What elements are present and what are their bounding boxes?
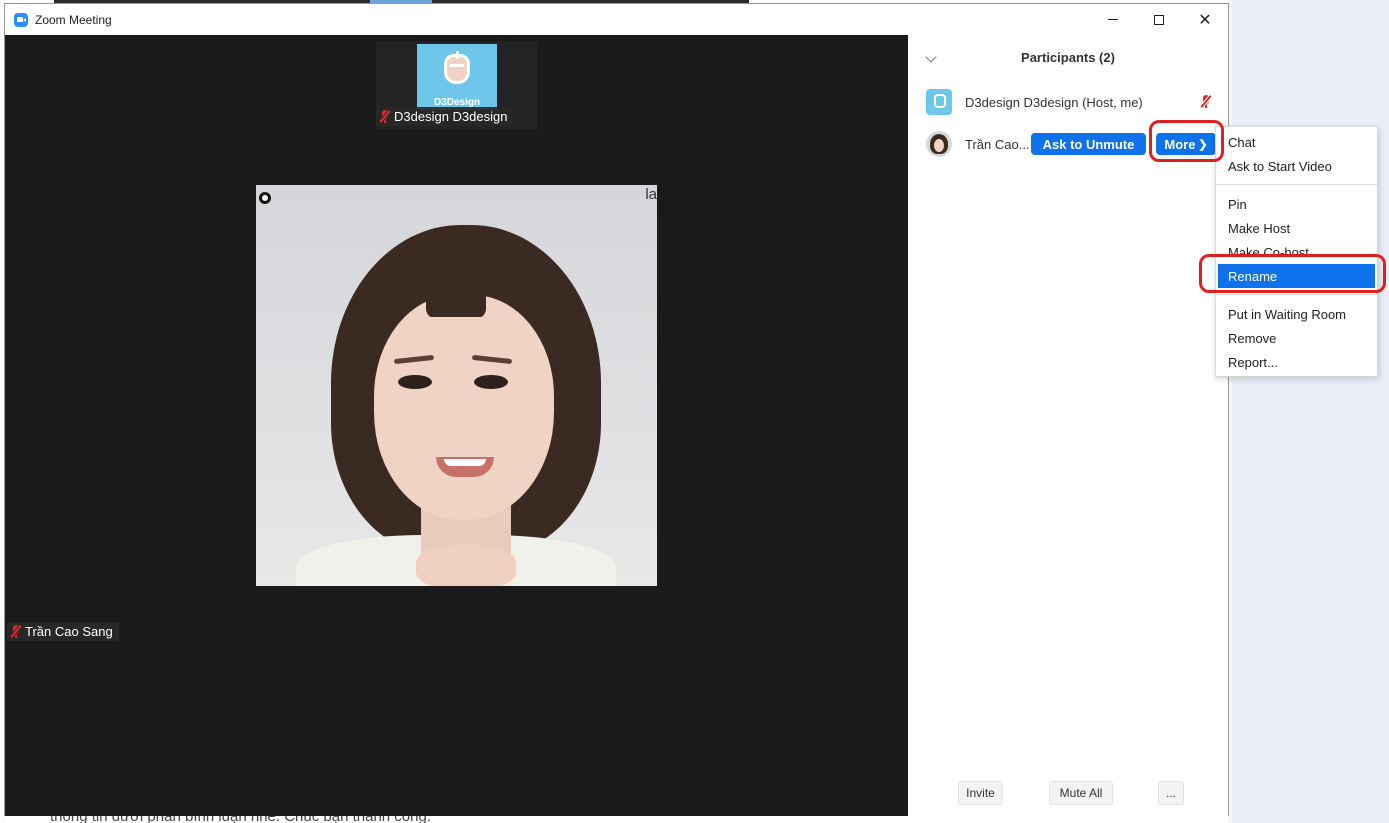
- menu-item-make-host[interactable]: Make Host: [1216, 216, 1377, 240]
- avatar: [926, 131, 952, 157]
- menu-item-make-co-host[interactable]: Make Co-host: [1216, 240, 1377, 264]
- ask-to-unmute-button[interactable]: Ask to Unmute: [1031, 133, 1146, 155]
- close-button[interactable]: ✕: [1182, 4, 1228, 35]
- main-participant-video[interactable]: la: [256, 185, 657, 586]
- menu-item-pin[interactable]: Pin: [1216, 192, 1377, 216]
- participants-title: Participants (2): [1021, 50, 1115, 65]
- mic-muted-icon[interactable]: [1200, 95, 1212, 108]
- participant-row[interactable]: D3design D3design (Host, me): [908, 84, 1228, 120]
- participant-name: Trần Cao...: [965, 137, 1030, 152]
- zoom-app-icon: [14, 13, 28, 27]
- main-participant-name: Trần Cao Sang: [25, 624, 113, 639]
- menu-item-report[interactable]: Report...: [1216, 350, 1377, 374]
- thumbnail-name-tag: D3design D3design: [376, 107, 514, 126]
- close-icon: ✕: [1198, 11, 1212, 29]
- zoom-meeting-window: Zoom Meeting ✕ D3Design D3design D3desig…: [4, 3, 1229, 816]
- mic-muted-icon: [10, 625, 22, 638]
- more-button-label: More: [1164, 136, 1196, 152]
- main-video-name-tag: Trần Cao Sang: [7, 622, 119, 641]
- maximize-button[interactable]: [1136, 4, 1182, 35]
- title-bar: Zoom Meeting ✕: [5, 4, 1228, 35]
- participants-panel: Participants (2) D3design D3design (Host…: [908, 35, 1228, 816]
- video-corner-text: la: [645, 186, 657, 203]
- background-page-right: [1228, 0, 1389, 823]
- mute-all-button[interactable]: Mute All: [1049, 781, 1113, 805]
- menu-item-put-in-waiting-room[interactable]: Put in Waiting Room: [1216, 302, 1377, 326]
- mic-muted-icon: [379, 110, 391, 123]
- more-options-button[interactable]: ...: [1158, 781, 1184, 805]
- participant-context-menu: Chat Ask to Start Video Pin Make Host Ma…: [1215, 126, 1378, 377]
- window-title: Zoom Meeting: [35, 13, 112, 27]
- menu-item-rename[interactable]: Rename: [1218, 264, 1375, 288]
- maximize-icon: [1154, 14, 1164, 25]
- camera-mark-icon: [259, 192, 271, 204]
- more-button[interactable]: More ❯: [1156, 133, 1216, 155]
- participant-name: D3design D3design (Host, me): [965, 95, 1143, 110]
- invite-button[interactable]: Invite: [958, 781, 1003, 805]
- logo-mark-icon: [444, 51, 470, 84]
- menu-divider: [1216, 184, 1377, 185]
- thumbnail-participant-name: D3design D3design: [394, 109, 508, 124]
- chevron-right-icon: ❯: [1198, 138, 1208, 151]
- minimize-button[interactable]: [1090, 4, 1136, 35]
- minimize-icon: [1108, 19, 1118, 20]
- menu-item-ask-to-start-video[interactable]: Ask to Start Video: [1216, 154, 1377, 178]
- d3design-logo: D3Design: [417, 44, 497, 110]
- menu-item-chat[interactable]: Chat: [1216, 130, 1377, 154]
- thumbnail-video[interactable]: D3Design D3design D3design: [376, 41, 537, 129]
- participant-row[interactable]: Trần Cao... Ask to Unmute More ❯: [908, 126, 1228, 162]
- menu-item-remove[interactable]: Remove: [1216, 326, 1377, 350]
- menu-divider: [1216, 294, 1377, 295]
- video-area: D3Design D3design D3design la Trần Cao S…: [5, 35, 908, 816]
- avatar: [926, 89, 952, 115]
